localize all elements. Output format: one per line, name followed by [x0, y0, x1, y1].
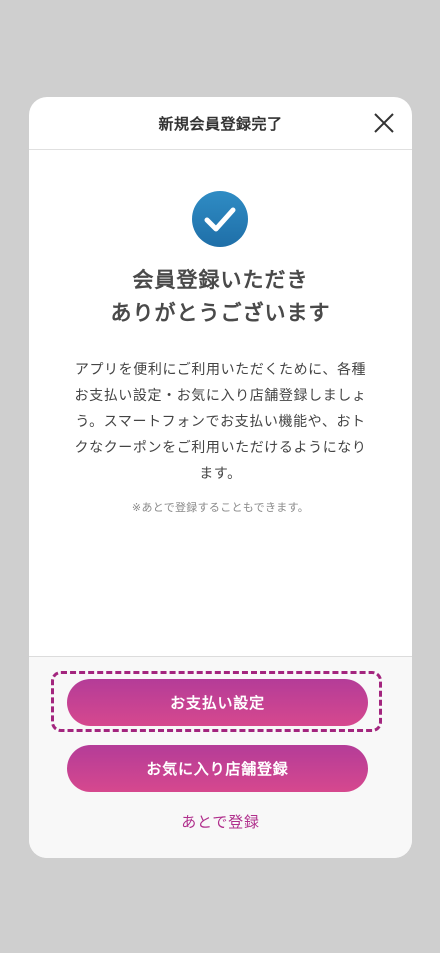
- heading-line-1: 会員登録いただき: [132, 268, 309, 292]
- register-later-link[interactable]: あとで登録: [29, 811, 412, 832]
- favorite-store-button[interactable]: お気に入り店舗登録: [67, 745, 368, 792]
- description-line: う。スマートフォンでお支払い機能や、おト: [75, 414, 366, 430]
- description-line: ます。: [199, 466, 242, 482]
- description-line: お支払い設定・お気に入り店舗登録しましょ: [74, 388, 367, 404]
- close-icon: [374, 113, 394, 133]
- completion-heading: 会員登録いただき ありがとうございます: [29, 264, 412, 330]
- heading-line-2: ありがとうございます: [110, 301, 331, 325]
- description-line: アプリを便利にご利用いただくために、各種: [74, 362, 367, 378]
- payment-settings-button[interactable]: お支払い設定: [67, 679, 368, 726]
- check-circle-icon: [192, 191, 248, 247]
- close-button[interactable]: [370, 109, 398, 137]
- description-text: アプリを便利にご利用いただくために、各種 お支払い設定・お気に入り店舗登録しまし…: [53, 357, 388, 487]
- modal-title: 新規会員登録完了: [158, 114, 283, 133]
- note-text: ※あとで登録することもできます。: [131, 501, 310, 514]
- modal-header: 新規会員登録完了: [29, 97, 412, 150]
- registration-complete-modal: 新規会員登録完了 会員登録いただき ありがとうございます アプリを便利にご利用い…: [29, 97, 412, 858]
- modal-footer: お支払い設定 お気に入り店舗登録 あとで登録: [29, 656, 412, 858]
- description-line: クなクーポンをご利用いただけるようになり: [74, 440, 367, 456]
